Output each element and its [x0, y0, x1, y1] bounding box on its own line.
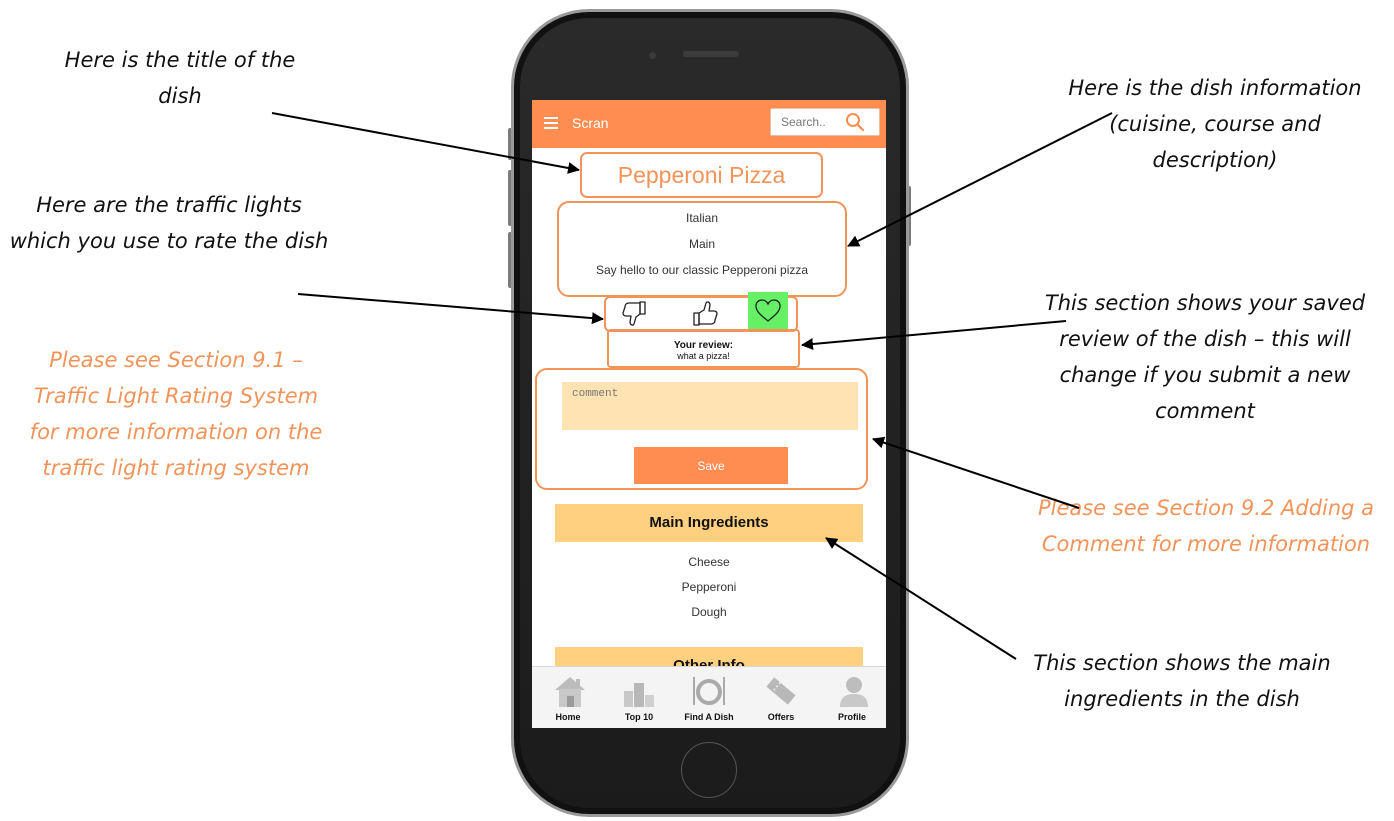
dish-course: Main: [688, 237, 715, 251]
heart-icon[interactable]: [754, 297, 782, 325]
dish-info-box: Italian Main Say hello to our classic Pe…: [557, 201, 847, 297]
annotation-section-9-1-note: Please see Section 9.1 – Traffic Light R…: [29, 348, 323, 480]
ticket-icon: [766, 677, 796, 705]
annotation-traffic-note: Here are the traffic lights which you us…: [9, 193, 329, 253]
dish-description: Say hello to our classic Pepperoni pizza: [595, 263, 809, 277]
app-title: Scran: [572, 115, 609, 131]
ingredients-header: Main Ingredients: [555, 504, 863, 542]
phone-home-button[interactable]: [681, 742, 737, 798]
review-label: Your review:: [673, 340, 734, 351]
tab-profile-label: Profile: [837, 712, 866, 722]
annotation-section-9-2-note: Please see Section 9.2 Adding a Comment …: [1037, 496, 1375, 556]
dish-title: Pepperoni Pizza: [580, 152, 823, 198]
bottom-tab-bar: Home Top 10 Find A Dish Offers Profile: [532, 666, 886, 728]
ingredient-item: Pepperoni: [681, 580, 737, 594]
review-text: what a pizza!: [677, 351, 730, 361]
search-icon[interactable]: [845, 112, 865, 132]
tab-offers-label: Offers: [767, 712, 795, 722]
traffic-light-rating: [604, 292, 798, 332]
home-icon: [555, 677, 585, 707]
earpiece-speaker: [683, 51, 739, 57]
thumbs-down-icon[interactable]: [620, 300, 648, 328]
saved-review: Your review: what a pizza!: [607, 329, 800, 368]
save-button[interactable]: Save: [634, 447, 788, 484]
hamburger-menu-icon[interactable]: [544, 117, 558, 129]
app-screen: Scran Search.. Pepperoni Pizza Italian M…: [532, 100, 886, 728]
annotation-review-note: This section shows your saved review of …: [1044, 291, 1366, 423]
front-camera: [649, 52, 656, 59]
annotation-ingredients-note: This section shows the main ingredients …: [1033, 651, 1331, 711]
thumbs-up-icon[interactable]: [692, 300, 720, 328]
app-bar: Scran Search..: [532, 100, 886, 148]
comment-input[interactable]: [562, 382, 858, 430]
top10-podium-icon: [624, 683, 654, 707]
ingredient-item: Dough: [691, 605, 727, 619]
comment-section: Save: [535, 368, 868, 490]
tab-find-a-dish-label: Find A Dish: [684, 712, 734, 722]
search-field[interactable]: Search..: [770, 108, 880, 136]
person-icon: [840, 677, 868, 707]
ingredients-list: Cheese Pepperoni Dough: [555, 550, 863, 625]
annotation-info-note: Here is the dish information (cuisine, c…: [1068, 76, 1362, 172]
dish-cuisine: Italian: [685, 211, 719, 225]
tab-home-label: Home: [555, 712, 581, 722]
tab-top10-label: Top 10: [624, 712, 654, 722]
plate-cutlery-icon: [693, 677, 725, 705]
annotation-title-note: Here is the title of the dish: [64, 48, 296, 108]
search-placeholder: Search..: [781, 115, 826, 129]
ingredient-item: Cheese: [688, 555, 730, 569]
